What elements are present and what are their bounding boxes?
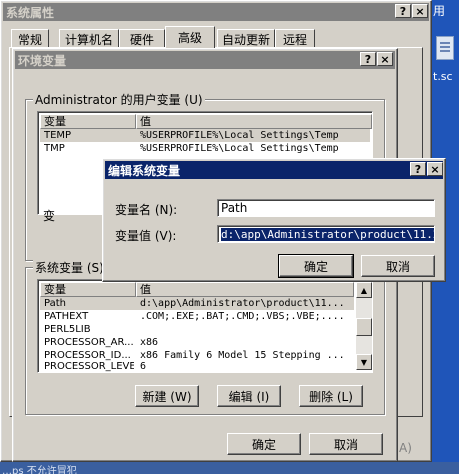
tab-general[interactable]: 常规 [11, 29, 49, 48]
delete-variable-button[interactable]: 删除 (L) [299, 385, 363, 407]
column-header-variable[interactable]: 变量 [40, 282, 136, 297]
close-button[interactable]: × [412, 4, 428, 18]
variable-value-label: 变量值 (V): [115, 229, 177, 243]
help-button[interactable]: ? [395, 4, 411, 18]
ok-button[interactable]: 确定 [227, 433, 301, 455]
desktop-window-title-fragment: 用 [433, 4, 446, 18]
close-button[interactable]: × [377, 52, 393, 66]
scroll-up-icon[interactable]: ▲ [356, 282, 372, 298]
list-item[interactable]: PATHEXT .COM;.EXE;.BAT;.CMD;.VBS;.VBE;..… [40, 310, 354, 323]
list-item[interactable]: Path d:\app\Administrator\product\11... [40, 297, 354, 310]
desktop-file-icon[interactable] [436, 36, 454, 60]
list-item[interactable]: PERL5LIB [40, 323, 354, 336]
window-title: 环境变量 [18, 53, 67, 68]
partial-button-label: A) [399, 441, 412, 455]
system-variables-label: 系统变量 (S) [33, 259, 106, 276]
variable-value-field[interactable]: d:\app\Administrator\product\11.2.0\ [217, 225, 435, 243]
list-item[interactable]: TEMP %USERPROFILE%\Local Settings\Temp [40, 129, 370, 142]
list-item[interactable]: PROCESSOR_AR... x86 [40, 336, 354, 349]
help-button[interactable]: ? [360, 52, 376, 66]
system-variables-list[interactable]: 变量 值 Path d:\app\Administrator\product\1… [37, 279, 373, 373]
user-variables-label: Administrator 的用户变量 (U) [33, 91, 205, 108]
environment-variables-titlebar[interactable]: 环境变量 [15, 51, 395, 69]
column-header-value[interactable]: 值 [136, 282, 354, 297]
edit-dialog-titlebar[interactable]: 编辑系统变量 [105, 161, 443, 179]
cancel-button[interactable]: 取消 [361, 255, 435, 277]
tab-computer-name[interactable]: 计算机名 [59, 29, 119, 48]
taskbar-text: …ps 不允许冒犯 [2, 466, 77, 474]
tab-automatic-updates[interactable]: 自动更新 [217, 29, 275, 48]
tab-advanced[interactable]: 高级 [165, 26, 215, 48]
window-title: 系统属性 [6, 5, 55, 20]
window-title: 编辑系统变量 [108, 163, 181, 178]
help-button[interactable]: ? [410, 162, 426, 176]
system-properties-titlebar[interactable]: 系统属性 [3, 3, 429, 21]
new-variable-button[interactable]: 新建 (W) [135, 385, 199, 407]
cancel-button[interactable]: 取消 [309, 433, 383, 455]
close-button[interactable]: × [427, 162, 443, 176]
tab-remote[interactable]: 远程 [275, 29, 315, 48]
scroll-down-icon[interactable]: ▼ [356, 354, 372, 370]
system-list-scrollbar[interactable]: ▲ ▼ [356, 282, 372, 370]
scrollbar-thumb[interactable] [356, 318, 372, 336]
variable-name-label: 变量名 (N): [115, 203, 178, 217]
user-new-button-fragment: 变 [43, 209, 56, 223]
variable-name-field[interactable]: Path [217, 199, 435, 217]
list-item[interactable]: TMP %USERPROFILE%\Local Settings\Temp [40, 142, 370, 155]
edit-variable-button[interactable]: 编辑 (I) [217, 385, 281, 407]
tab-hardware[interactable]: 硬件 [119, 29, 165, 48]
column-header-value[interactable]: 值 [136, 114, 372, 129]
edit-system-variable-dialog: 编辑系统变量 ? × 变量名 (N): Path 变量值 (V): d:\app… [102, 158, 446, 282]
list-item[interactable]: PROCESSOR_LEVEL 6 [40, 360, 354, 372]
ok-button[interactable]: 确定 [278, 254, 354, 278]
column-header-variable[interactable]: 变量 [40, 114, 136, 129]
desktop-icon-label[interactable]: t.sc [433, 70, 453, 83]
